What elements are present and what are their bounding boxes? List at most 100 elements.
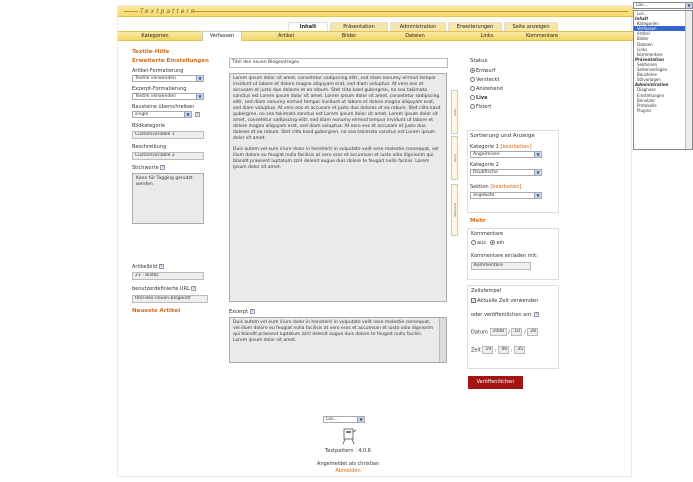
status-option[interactable]: Anstehend — [470, 85, 503, 94]
help-icon[interactable]: ? — [191, 286, 197, 291]
article-image-label: Artikelbild ? — [132, 264, 164, 270]
article-markup-select[interactable]: Textile verwenden ▼ — [132, 75, 204, 82]
section-label: Sektion [bearbeiten] — [470, 184, 521, 190]
listbox-scrollbar[interactable] — [685, 11, 692, 149]
time-label: Zeit — [471, 347, 481, 354]
article-markup-value: Textile verwenden — [135, 76, 176, 81]
more-link[interactable]: Mehr — [470, 218, 486, 224]
excerpt-scrollbar[interactable] — [439, 318, 446, 362]
category1-label: Kategorie 1 [bearbeiten] — [470, 144, 532, 150]
publish-button[interactable]: Veröffentlichen — [468, 376, 523, 389]
chevron-down-icon: ▼ — [685, 3, 692, 8]
excerpt-markup-select[interactable]: Textile verwenden ▼ — [132, 93, 204, 100]
status-option[interactable]: Versteckt — [470, 76, 503, 85]
keywords-textarea[interactable]: Kann für Tagging genutzt werden — [132, 173, 204, 224]
month-field[interactable]: 10 — [511, 328, 523, 336]
second-field[interactable]: 35 — [514, 346, 526, 354]
excerpt-label: Excerpt ? — [229, 309, 255, 315]
sort-display-label: Sortierung und Anzeige — [470, 133, 535, 139]
status-option[interactable]: Fixiert — [470, 103, 503, 112]
status-radio[interactable] — [470, 95, 475, 100]
status-radio[interactable] — [470, 104, 475, 109]
body-paragraph-1: Lorem ipsum dolor sit amet, consetetur s… — [233, 76, 441, 141]
status-radio[interactable] — [470, 68, 475, 73]
edit-sections-link[interactable]: [bearbeiten] — [490, 184, 521, 190]
chevron-down-icon: ▼ — [534, 170, 541, 175]
image-category-field[interactable]: Customvariable 1 — [132, 131, 204, 139]
section-select[interactable]: angebote ▼ — [470, 192, 542, 199]
override-form-select[interactable]: single ▼ — [132, 111, 192, 118]
excerpt-label-text: Excerpt — [229, 309, 249, 315]
secondary-tab[interactable]: Verfassen — [202, 31, 242, 41]
article-title-field[interactable]: Titel des neuen Blogeintrages — [229, 58, 448, 68]
secondary-tab[interactable]: Kategorien — [133, 32, 177, 40]
excerpt-markup-label: Exzerpt-Formatierung — [132, 86, 187, 92]
minute-field[interactable]: 46 — [498, 346, 510, 354]
description-field[interactable]: Customvariable 2 — [132, 152, 204, 160]
chevron-down-icon: ▼ — [184, 112, 191, 117]
url-title-field[interactable]: titel-des-neuen-blogeintr — [132, 295, 208, 303]
status-option-label: Live — [476, 95, 488, 101]
help-icon[interactable]: ? — [160, 165, 166, 170]
edit-categories-link[interactable]: [bearbeiten] — [500, 144, 531, 150]
view-tab-html[interactable]: html — [451, 136, 458, 180]
day-field[interactable]: 28 — [527, 328, 539, 336]
chevron-down-icon: ▼ — [196, 76, 203, 81]
time-row: Zeit 19 : 46 : 35 — [471, 346, 526, 355]
comments-label: Kommentare — [471, 231, 504, 237]
status-option[interactable]: Live — [470, 94, 503, 103]
footer-goto-select[interactable]: Los... ▼ — [323, 416, 365, 423]
secondary-tab[interactable]: Artikel — [268, 32, 304, 40]
primary-tab[interactable]: Seite anzeigen — [504, 22, 558, 31]
textile-help-link[interactable]: Textile-Hilfe — [132, 49, 169, 55]
excerpt-textarea[interactable]: Duis autem vel eum iriure dolor in hendr… — [229, 317, 447, 363]
hour-field[interactable]: 19 — [482, 346, 494, 354]
secondary-tab[interactable]: Bilder — [336, 32, 362, 40]
primary-tab[interactable]: Erweiterungen — [448, 22, 502, 31]
help-icon[interactable]: ? — [158, 264, 164, 269]
keywords-label-text: Stichworte — [132, 165, 159, 171]
primary-tab[interactable]: Inhalt — [288, 22, 328, 31]
nav-option[interactable]: Plugins — [634, 108, 692, 113]
section-label-text: Sektion — [470, 184, 489, 190]
status-option-label: Entwurf — [476, 68, 496, 74]
status-option-label: Versteckt — [476, 77, 500, 83]
logged-in-text: Angemeldet als christian — [316, 461, 380, 467]
status-option[interactable]: Entwurf — [470, 67, 503, 76]
year-field[interactable]: 2008 — [489, 328, 507, 336]
article-body-textarea[interactable]: Lorem ipsum dolor sit amet, consetetur s… — [229, 73, 447, 302]
recent-articles-link[interactable]: Neueste Artikel — [132, 308, 180, 314]
use-current-time-checkbox[interactable]: ✓ — [471, 298, 476, 303]
help-icon[interactable]: ? — [534, 312, 540, 317]
nav-goto-value: Los... — [636, 3, 648, 8]
article-image-field[interactable]: 21 - BildID — [132, 272, 204, 280]
primary-tab[interactable]: Administration — [390, 22, 446, 31]
invite-field[interactable]: Kommentare — [471, 262, 531, 270]
nav-goto-select[interactable]: Los... ▼ — [633, 2, 693, 9]
category1-value: Angelreisen — [473, 152, 500, 157]
view-tab-text[interactable]: text — [451, 90, 458, 134]
comments-off-radio[interactable] — [471, 240, 476, 245]
secondary-tab[interactable]: Dateien — [400, 32, 430, 40]
status-label: Status — [470, 58, 488, 64]
invite-label: Kommentare einladen mit: — [471, 253, 538, 259]
comments-on-label: ein — [496, 240, 505, 246]
view-tab-preview[interactable]: preview — [451, 184, 458, 236]
category1-select[interactable]: Angelreisen ▼ — [470, 151, 542, 158]
date-row: Datum 2008 / 10 / 28 — [471, 328, 539, 337]
secondary-tab[interactable]: Kommentare — [518, 32, 566, 40]
help-icon[interactable]: ? — [195, 112, 200, 117]
status-radio[interactable] — [470, 86, 475, 91]
nav-goto-listbox[interactable]: Los... Inhalt Kategorien Verfassen Artikel Bi… — [633, 10, 693, 150]
comments-on-radio[interactable] — [490, 240, 496, 245]
comments-off-label: aus — [477, 240, 486, 246]
advanced-options-link[interactable]: Erweiterte Einstellungen — [132, 58, 209, 64]
status-radio[interactable] — [470, 77, 475, 82]
header-rule-right — [192, 11, 628, 12]
primary-tab[interactable]: Präsentation — [330, 22, 388, 31]
help-icon[interactable]: ? — [249, 309, 255, 314]
secondary-tab[interactable]: Links — [474, 32, 500, 40]
logout-link[interactable]: Abmelden — [298, 468, 398, 474]
category2-select[interactable]: Raubfische ▼ — [470, 169, 542, 176]
date-label: Datum — [471, 329, 488, 336]
